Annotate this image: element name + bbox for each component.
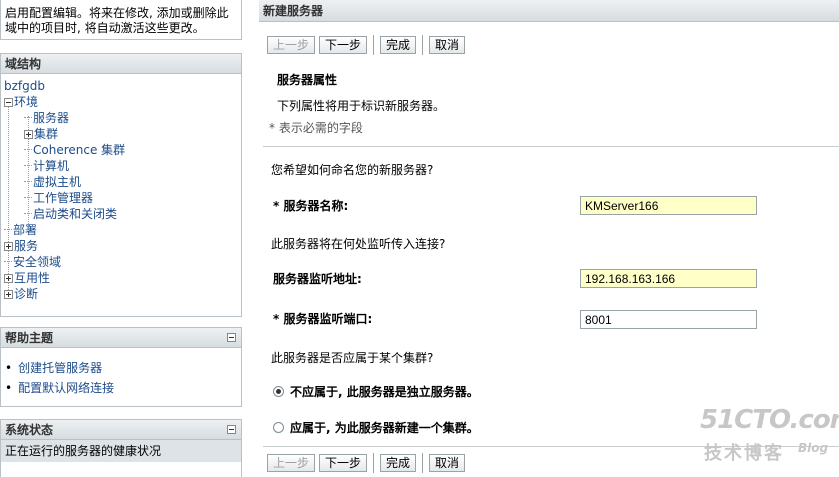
cancel-button[interactable]: 取消 bbox=[429, 36, 466, 54]
tree-item[interactable]: 环境 bbox=[4, 94, 241, 110]
watermark-blog: Blog bbox=[798, 441, 829, 455]
help-link-configure-network[interactable]: 配置默认网络连接 bbox=[5, 378, 241, 398]
tree-item[interactable]: 诊断 bbox=[4, 286, 241, 302]
section-title: 服务器属性 bbox=[277, 73, 338, 87]
listen-port-input[interactable] bbox=[580, 310, 757, 329]
system-status-title: 系统状态 bbox=[1, 420, 241, 440]
tree-item-label[interactable]: 服务器 bbox=[33, 111, 69, 125]
tree-item-label[interactable]: 安全领域 bbox=[13, 255, 61, 269]
tree-item[interactable]: 启动类和关闭类 bbox=[4, 206, 241, 222]
back-button[interactable]: 上一步 bbox=[267, 36, 316, 54]
tree-item[interactable]: 部署 bbox=[4, 222, 241, 238]
next-button[interactable]: 下一步 bbox=[319, 36, 368, 54]
tree-item-label[interactable]: 集群 bbox=[34, 127, 58, 141]
radio-standalone-label: 不应属于, 此服务器是独立服务器。 bbox=[290, 385, 479, 399]
question-name: 您希望如何命名您的新服务器? bbox=[271, 163, 434, 177]
system-status-title-text: 系统状态 bbox=[5, 423, 54, 437]
radio-new-cluster-label: 应属于, 为此服务器新建一个集群。 bbox=[290, 421, 479, 435]
collapse-icon[interactable] bbox=[227, 425, 236, 434]
expand-icon[interactable] bbox=[24, 130, 33, 139]
tree-connector bbox=[24, 165, 32, 166]
listen-port-label: * 服务器监听端口: bbox=[273, 312, 373, 326]
radio-new-cluster-row[interactable]: 应属于, 为此服务器新建一个集群。 bbox=[273, 419, 479, 436]
collapse-icon[interactable] bbox=[4, 98, 13, 107]
listen-address-label: 服务器监听地址: bbox=[273, 272, 362, 286]
expand-icon[interactable] bbox=[4, 290, 13, 299]
tree-connector bbox=[24, 213, 32, 214]
tree-item[interactable]: 安全领域 bbox=[4, 254, 241, 270]
domain-structure-panel: 域结构 bzfgdb 环境服务器集群 Coherence 集群 计算机虚拟主机工作管… bbox=[0, 53, 242, 317]
expand-icon[interactable] bbox=[4, 242, 13, 251]
tree-connector bbox=[4, 229, 12, 230]
tree-item-label[interactable]: Coherence 集群 bbox=[33, 143, 125, 157]
tree-item-label[interactable]: 计算机 bbox=[33, 159, 69, 173]
left-panel: 启用配置编辑。将来在修改, 添加或删除此 域中的项目时, 将自动激活这些更改。 … bbox=[0, 0, 244, 477]
finish-button-bottom[interactable]: 完成 bbox=[380, 454, 417, 472]
tree-item-label[interactable]: 互用性 bbox=[14, 271, 50, 285]
watermark-sub: 技术博客 bbox=[704, 443, 784, 464]
tree-item-label[interactable]: 服务 bbox=[14, 239, 38, 253]
listen-address-input[interactable] bbox=[580, 269, 757, 288]
tree-item[interactable]: 虚拟主机 bbox=[4, 174, 241, 190]
question-cluster: 此服务器是否应属于某个集群? bbox=[271, 351, 434, 365]
required-note: * 表示必需的字段 bbox=[269, 121, 363, 135]
tree-item-label[interactable]: 诊断 bbox=[14, 287, 38, 301]
next-button-bottom[interactable]: 下一步 bbox=[319, 454, 368, 472]
help-topics-title-text: 帮助主题 bbox=[5, 331, 54, 345]
section-description: 下列属性将用于标识新服务器。 bbox=[277, 99, 446, 113]
tree-connector bbox=[24, 181, 32, 182]
expand-icon[interactable] bbox=[4, 274, 13, 283]
bottom-button-bar: 上一步 下一步 完成 取消 bbox=[267, 453, 469, 473]
radio-standalone[interactable] bbox=[273, 386, 284, 397]
help-link-create-managed-server[interactable]: 创建托管服务器 bbox=[5, 358, 241, 378]
server-name-label: * 服务器名称: bbox=[273, 199, 349, 213]
radio-new-cluster[interactable] bbox=[273, 422, 284, 433]
top-button-bar: 上一步 下一步 完成 取消 bbox=[267, 35, 469, 55]
tree-root-bzfgdb[interactable]: bzfgdb bbox=[4, 78, 241, 94]
tree-connector bbox=[24, 197, 32, 198]
system-status-panel: 系统状态 正在运行的服务器的健康状况 bbox=[0, 419, 242, 477]
tree-item[interactable]: Coherence 集群 bbox=[4, 142, 241, 158]
collapse-icon[interactable] bbox=[227, 333, 236, 342]
tree-item[interactable]: 互用性 bbox=[4, 270, 241, 286]
radio-standalone-row[interactable]: 不应属于, 此服务器是独立服务器。 bbox=[273, 383, 479, 400]
help-topics-list: 创建托管服务器 配置默认网络连接 bbox=[1, 348, 241, 398]
finish-button[interactable]: 完成 bbox=[380, 36, 417, 54]
tree-connector bbox=[4, 261, 12, 262]
tree-item-label[interactable]: 工作管理器 bbox=[33, 191, 93, 205]
server-health-row: 正在运行的服务器的健康状况 bbox=[1, 440, 241, 462]
tree-item-label[interactable]: 环境 bbox=[14, 95, 38, 109]
domain-tree: bzfgdb 环境服务器集群 Coherence 集群 计算机虚拟主机工作管理器启动… bbox=[1, 74, 241, 302]
page-title: 新建服务器 bbox=[259, 0, 839, 22]
note-line-1: 启用配置编辑。将来在修改, 添加或删除此 bbox=[5, 6, 229, 20]
tree-item[interactable]: 计算机 bbox=[4, 158, 241, 174]
watermark-logo: 51CTO.com 技术博客 Blog bbox=[700, 405, 839, 467]
tree-connector bbox=[24, 149, 32, 150]
tree-item[interactable]: 工作管理器 bbox=[4, 190, 241, 206]
tree-connector bbox=[24, 117, 32, 118]
tree-item-label[interactable]: 部署 bbox=[13, 223, 37, 237]
tree-item[interactable]: 服务 bbox=[4, 238, 241, 254]
tree-item-label[interactable]: 启动类和关闭类 bbox=[33, 207, 117, 221]
domain-structure-title: 域结构 bbox=[1, 54, 241, 74]
server-name-input[interactable] bbox=[580, 196, 757, 215]
watermark-main: 51CTO.com bbox=[700, 405, 839, 435]
tree-item[interactable]: 集群 bbox=[4, 126, 241, 142]
back-button-bottom[interactable]: 上一步 bbox=[267, 454, 316, 472]
help-topics-title: 帮助主题 bbox=[1, 328, 241, 348]
cancel-button-bottom[interactable]: 取消 bbox=[429, 454, 466, 472]
note-line-2: 域中的项目时, 将自动激活这些更改。 bbox=[5, 21, 205, 35]
question-listen: 此服务器将在何处监听传入连接? bbox=[271, 237, 446, 251]
change-center-note: 启用配置编辑。将来在修改, 添加或删除此 域中的项目时, 将自动激活这些更改。 bbox=[0, 0, 242, 40]
tree-item[interactable]: 服务器 bbox=[4, 110, 241, 126]
tree-item-label[interactable]: 虚拟主机 bbox=[33, 175, 81, 189]
help-topics-panel: 帮助主题 创建托管服务器 配置默认网络连接 bbox=[0, 327, 242, 407]
